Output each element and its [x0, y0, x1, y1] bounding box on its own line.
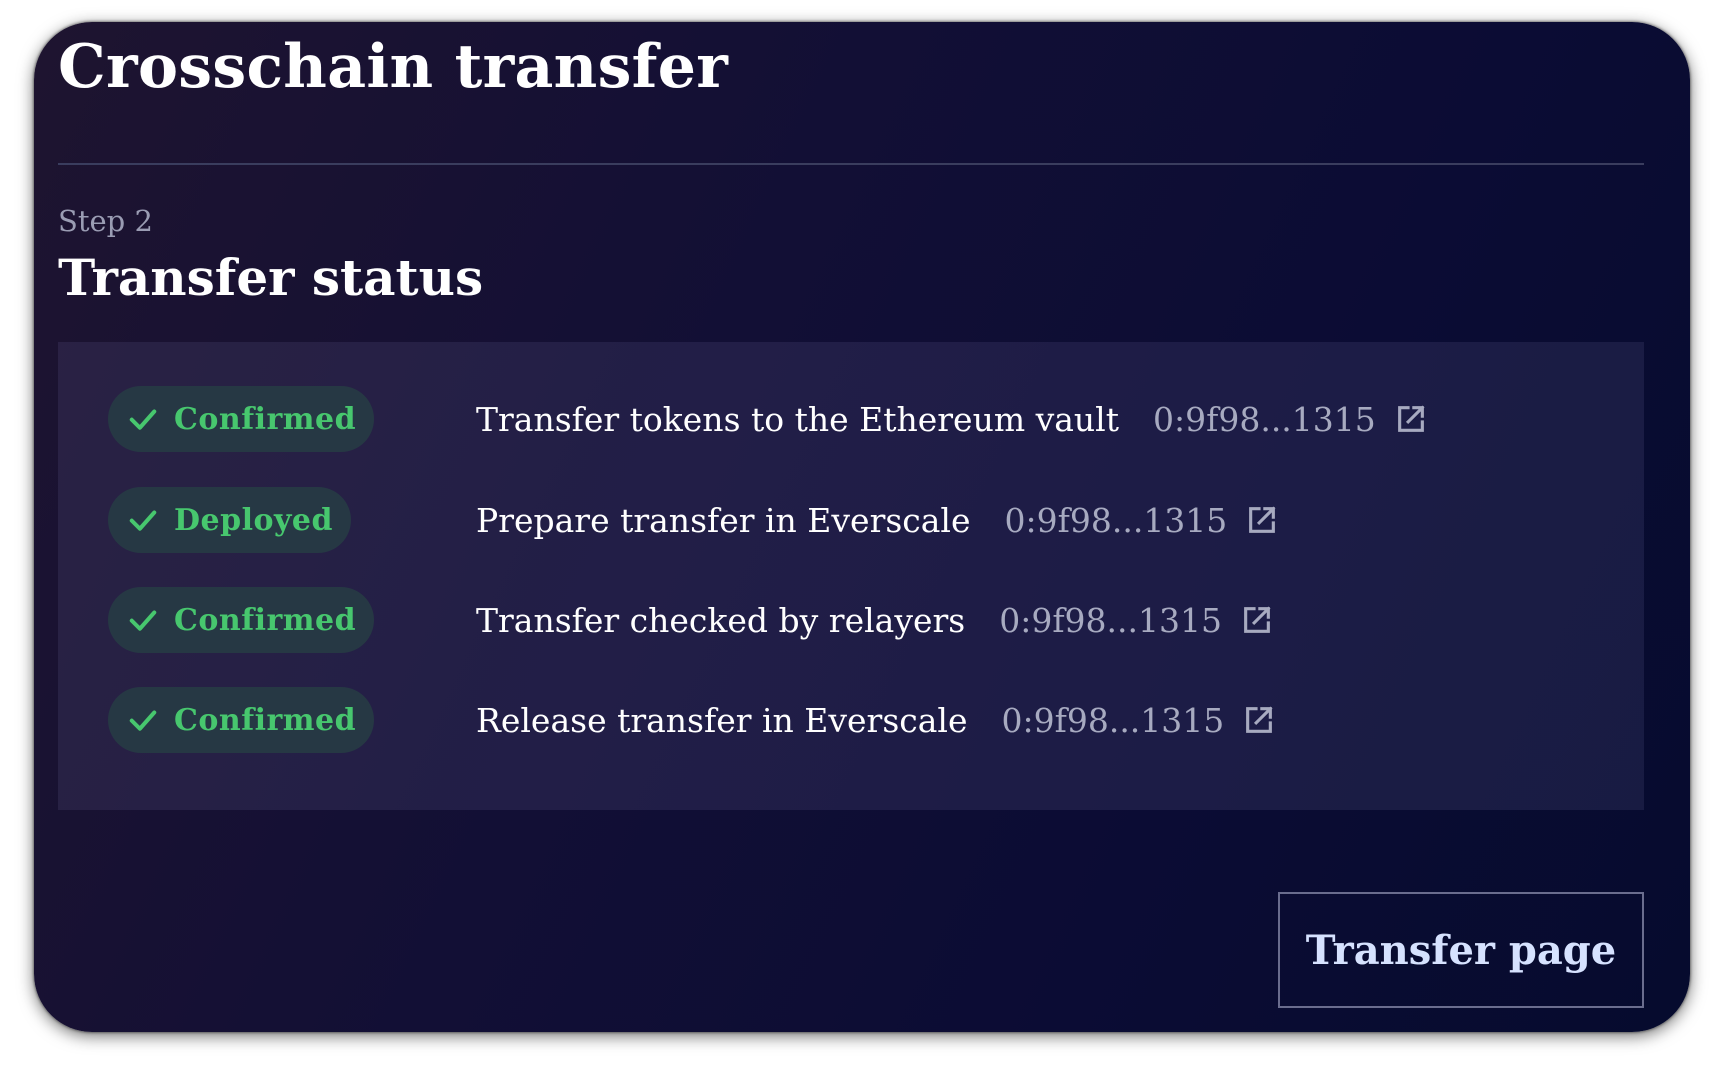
- external-link-icon[interactable]: [1242, 703, 1276, 737]
- step-description: Release transfer in Everscale: [476, 700, 968, 740]
- step-info: Prepare transfer in Everscale 0:9f98...1…: [476, 487, 1279, 553]
- step-description: Prepare transfer in Everscale: [476, 500, 971, 540]
- status-row: Deployed Prepare transfer in Everscale 0…: [58, 487, 1644, 555]
- status-label: Confirmed: [174, 702, 357, 738]
- transaction-link[interactable]: 0:9f98...1315: [1002, 701, 1277, 740]
- transaction-hash[interactable]: 0:9f98...1315: [1153, 400, 1376, 439]
- step-description: Transfer checked by relayers: [476, 600, 966, 640]
- status-label: Deployed: [174, 502, 333, 538]
- transaction-link[interactable]: 0:9f98...1315: [1153, 400, 1428, 439]
- check-icon: [129, 409, 157, 430]
- step-description: Transfer tokens to the Ethereum vault: [476, 399, 1120, 439]
- step-label: Step 2: [58, 204, 153, 238]
- external-link-icon[interactable]: [1240, 603, 1274, 637]
- status-panel: Confirmed Transfer tokens to the Ethereu…: [58, 342, 1644, 810]
- check-icon: [129, 710, 157, 731]
- step-info: Transfer tokens to the Ethereum vault 0:…: [476, 386, 1428, 452]
- transaction-link[interactable]: 0:9f98...1315: [1005, 501, 1280, 540]
- status-label: Confirmed: [174, 401, 357, 437]
- status-row: Confirmed Release transfer in Everscale …: [58, 687, 1644, 755]
- crosschain-transfer-card: Crosschain transfer Step 2 Transfer stat…: [34, 22, 1690, 1032]
- section-title: Transfer status: [58, 248, 484, 307]
- transaction-link[interactable]: 0:9f98...1315: [999, 601, 1274, 640]
- status-badge: Confirmed: [108, 386, 375, 452]
- page-title: Crosschain transfer: [58, 32, 729, 102]
- status-badge: Confirmed: [108, 687, 375, 753]
- transfer-page-button[interactable]: Transfer page: [1278, 892, 1644, 1008]
- header-divider: [58, 163, 1644, 165]
- step-info: Transfer checked by relayers 0:9f98...13…: [476, 587, 1274, 653]
- external-link-icon[interactable]: [1394, 402, 1428, 436]
- transaction-hash[interactable]: 0:9f98...1315: [1002, 701, 1225, 740]
- step-info: Release transfer in Everscale 0:9f98...1…: [476, 687, 1276, 753]
- external-link-icon[interactable]: [1245, 503, 1279, 537]
- status-label: Confirmed: [174, 602, 357, 638]
- transaction-hash[interactable]: 0:9f98...1315: [1005, 501, 1228, 540]
- transaction-hash[interactable]: 0:9f98...1315: [999, 601, 1222, 640]
- status-row: Confirmed Transfer tokens to the Ethereu…: [58, 386, 1644, 454]
- check-icon: [129, 610, 157, 631]
- check-icon: [129, 510, 157, 531]
- status-badge: Deployed: [108, 487, 351, 553]
- status-badge: Confirmed: [108, 587, 375, 653]
- status-row: Confirmed Transfer checked by relayers 0…: [58, 587, 1644, 655]
